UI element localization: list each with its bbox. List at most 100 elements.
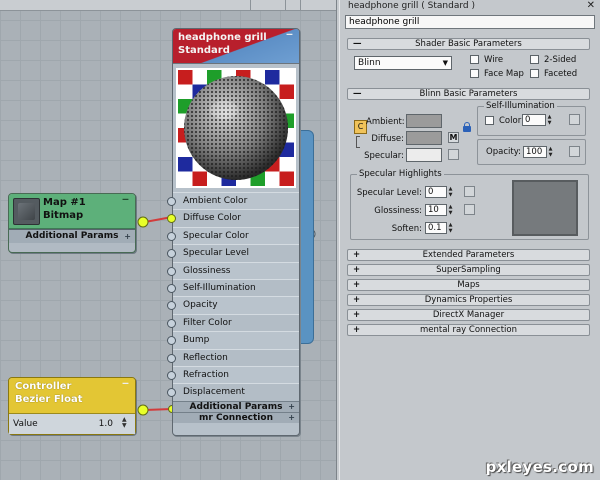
specular-highlights-title: Specular Highlights: [357, 169, 444, 179]
strip-divider: [285, 0, 286, 11]
input-socket[interactable]: [167, 197, 176, 206]
input-socket[interactable]: [167, 283, 176, 293]
rollout-collapsed[interactable]: + Dynamics Properties: [347, 294, 590, 306]
controller-node[interactable]: Controller Bezier Float ‒ Value 1.0 ▲ ▼: [8, 377, 136, 435]
specular-level-input[interactable]: 0: [425, 186, 447, 198]
material-slot-row[interactable]: Ambient Color: [167, 192, 299, 210]
material-node-title: headphone grill: [178, 32, 267, 43]
input-socket[interactable]: [167, 336, 176, 346]
specular-map-button[interactable]: [448, 149, 459, 160]
strip-divider: [250, 0, 251, 11]
sphere-highlight: [210, 101, 238, 119]
controller-value[interactable]: 1.0: [99, 419, 113, 429]
glossiness-map-button[interactable]: [464, 204, 475, 215]
collapse-icon[interactable]: ‒: [286, 30, 294, 40]
faceted-checkbox[interactable]: [530, 69, 539, 78]
input-socket[interactable]: [167, 370, 176, 380]
spinner-arrows-icon[interactable]: ▲ ▼: [447, 222, 454, 234]
node-editor-canvas[interactable]: headphone grill Standard ‒ Ambient Color…: [0, 0, 336, 480]
material-slot-list: Ambient Color Diffuse Color Specular Color…: [167, 192, 299, 401]
panel-title: headphone grill ( Standard ): [348, 1, 475, 11]
material-slot-row[interactable]: Specular Level: [167, 244, 299, 262]
material-node-header[interactable]: headphone grill Standard ‒: [173, 29, 299, 64]
spinner-arrows-icon[interactable]: ▲ ▼: [447, 204, 454, 216]
controller-node-header[interactable]: Controller Bezier Float ‒: [9, 378, 135, 414]
parameter-panel: headphone grill ( Standard ) ✕ headphone…: [340, 0, 600, 480]
diffuse-label: Diffuse:: [371, 134, 404, 144]
self-illum-value-input[interactable]: 0: [522, 114, 546, 126]
material-slot-row[interactable]: Specular Color: [167, 226, 299, 245]
rollout-shader-basic[interactable]: — Shader Basic Parameters: [347, 38, 590, 50]
self-illum-color-label: Color: [499, 116, 522, 126]
rollout-title: Extended Parameters: [422, 250, 515, 260]
mr-connection-row[interactable]: mr Connection +: [173, 411, 299, 423]
mr-connection-label: mr Connection: [199, 412, 273, 423]
rollout-collapsed[interactable]: + Extended Parameters: [347, 249, 590, 261]
expand-icon[interactable]: +: [124, 230, 131, 243]
wire-controller-to-params: [144, 408, 173, 411]
material-slot-row[interactable]: Opacity: [167, 296, 299, 314]
opacity-input[interactable]: 100: [523, 146, 547, 158]
material-preview-swatch[interactable]: [176, 68, 296, 188]
rollout-collapsed[interactable]: + SuperSampling: [347, 264, 590, 276]
diffuse-color-swatch[interactable]: [406, 131, 442, 145]
additional-params-row[interactable]: Additional Params +: [173, 400, 299, 412]
face-map-checkbox[interactable]: [470, 69, 479, 78]
ambient-color-swatch[interactable]: [406, 114, 442, 128]
input-socket[interactable]: [167, 214, 176, 224]
rollout-collapsed[interactable]: + Maps: [347, 279, 590, 291]
material-slot-row[interactable]: Reflection: [167, 348, 299, 366]
material-node[interactable]: headphone grill Standard ‒ Ambient Color…: [167, 28, 300, 436]
material-slot-row[interactable]: Bump: [167, 331, 299, 349]
material-slot-row[interactable]: Diffuse Color: [167, 209, 299, 227]
bitmap-map-node[interactable]: Map #1 Bitmap ‒ Additional Params +: [8, 193, 136, 253]
specular-level-map-button[interactable]: [464, 186, 475, 197]
controller-value-row[interactable]: Value 1.0 ▲ ▼: [9, 414, 135, 434]
self-illum-color-checkbox[interactable]: [485, 116, 494, 125]
material-slot-row[interactable]: Filter Color: [167, 313, 299, 332]
input-socket[interactable]: [167, 301, 176, 311]
expand-icon[interactable]: +: [288, 413, 295, 423]
material-slot-row[interactable]: Self-Illumination: [167, 278, 299, 297]
input-socket[interactable]: [167, 249, 176, 259]
glossiness-input[interactable]: 10: [425, 204, 447, 216]
input-socket[interactable]: [167, 353, 176, 363]
spinner-arrows-icon[interactable]: ▲ ▼: [547, 146, 554, 158]
material-slot-row[interactable]: Glossiness: [167, 261, 299, 279]
collapse-icon[interactable]: ‒: [122, 195, 130, 205]
input-socket[interactable]: [167, 266, 176, 276]
shader-type-value: Blinn: [358, 58, 381, 68]
specular-color-swatch[interactable]: [406, 148, 442, 162]
self-illum-map-button[interactable]: [569, 114, 580, 125]
spinner-arrows-icon[interactable]: ▲ ▼: [447, 186, 454, 198]
spinner-arrows-icon[interactable]: ▲ ▼: [122, 417, 130, 430]
input-socket[interactable]: [167, 231, 176, 241]
close-icon[interactable]: ✕: [587, 0, 595, 12]
editor-top-strip: [0, 0, 336, 11]
expand-icon[interactable]: +: [288, 402, 295, 412]
rollout-blinn-basic[interactable]: — Blinn Basic Parameters: [347, 88, 590, 100]
lock-icon[interactable]: [463, 122, 471, 132]
diffuse-map-button[interactable]: M: [448, 132, 459, 143]
material-slot-row[interactable]: Displacement: [167, 383, 299, 401]
material-slot-row[interactable]: Refraction: [167, 365, 299, 384]
opacity-map-button[interactable]: [569, 146, 580, 157]
controller-value-label: Value: [13, 419, 38, 429]
map-node-header[interactable]: Map #1 Bitmap ‒: [9, 194, 135, 229]
rollout-collapsed[interactable]: + DirectX Manager: [347, 309, 590, 321]
input-socket[interactable]: [167, 388, 176, 398]
map-additional-params-row[interactable]: Additional Params +: [9, 229, 135, 243]
rollout-collapsed[interactable]: + mental ray Connection: [347, 324, 590, 336]
rollout-title: DirectX Manager: [432, 310, 505, 320]
shader-type-dropdown[interactable]: Blinn ▼: [354, 56, 452, 70]
collapse-icon[interactable]: ‒: [122, 379, 130, 389]
input-socket[interactable]: [167, 318, 176, 328]
material-slot-label: Self-Illumination: [183, 282, 256, 293]
material-slot-label: Filter Color: [183, 317, 232, 328]
soften-input[interactable]: 0.1: [425, 222, 447, 234]
controller-node-type: Bezier Float: [15, 394, 83, 405]
wire-checkbox[interactable]: [470, 55, 479, 64]
spinner-arrows-icon[interactable]: ▲ ▼: [546, 114, 553, 126]
material-name-input[interactable]: headphone grill: [345, 15, 595, 29]
two-sided-checkbox[interactable]: [530, 55, 539, 64]
